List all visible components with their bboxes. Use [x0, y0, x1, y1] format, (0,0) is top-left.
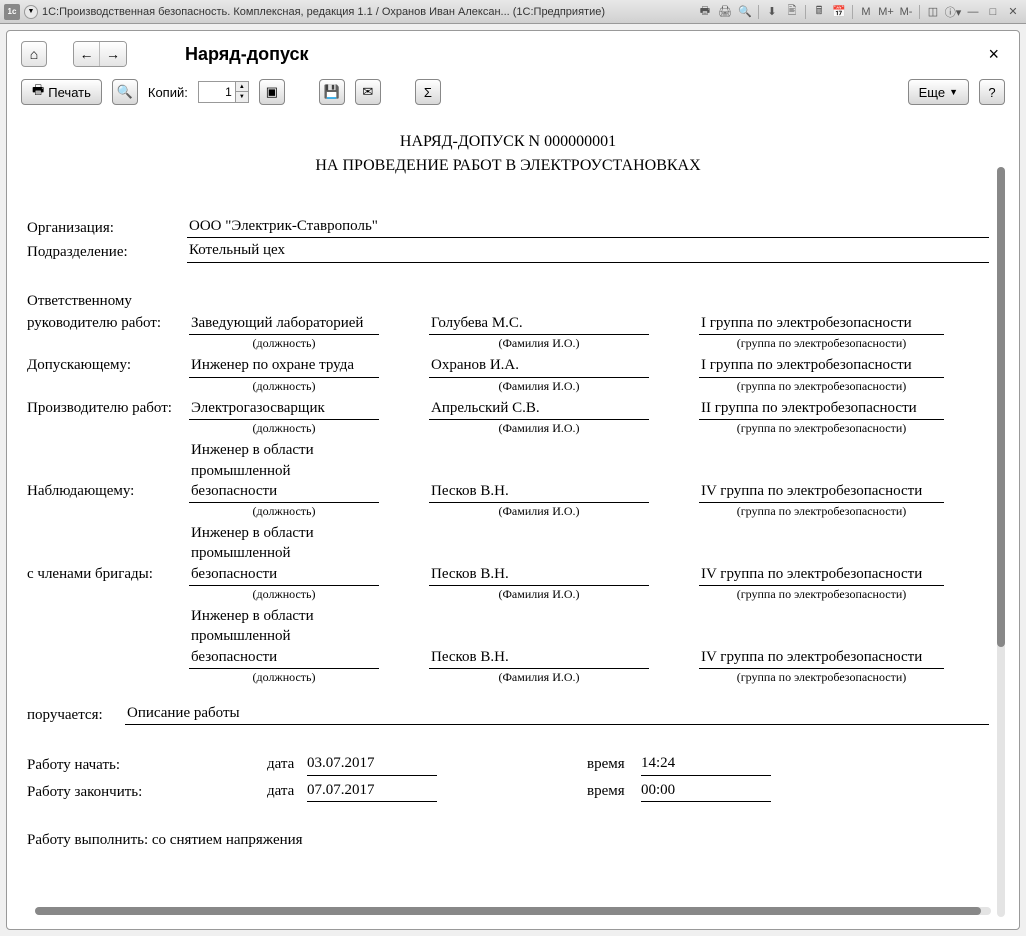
document-body: НАРЯД-ДОПУСК N 000000001 НА ПРОВЕДЕНИЕ Р…: [7, 115, 1019, 860]
window-title: 1С:Производственная безопасность. Компле…: [42, 6, 605, 18]
scrollbar-thumb[interactable]: [997, 167, 1005, 647]
role-group: IV группа по электробезопасности: [699, 481, 944, 503]
doc-subtitle: НА ПРОВЕДЕНИЕ РАБОТ В ЭЛЕКТРОУСТАНОВКАХ: [27, 155, 989, 177]
mem-m-button[interactable]: M: [857, 4, 875, 20]
finish-time: 00:00: [641, 780, 771, 802]
doc-title: НАРЯД-ДОПУСК N 000000001: [27, 131, 989, 153]
printer-icon: 🖶: [32, 81, 44, 103]
role-label: Допускающему:: [27, 355, 189, 377]
org-label: Организация:: [27, 218, 187, 238]
scrollbar-thumb[interactable]: [35, 907, 981, 915]
start-label: Работу начать:: [27, 755, 267, 775]
finish-label: Работу закончить:: [27, 782, 267, 802]
app-logo-icon: 1c: [4, 4, 20, 20]
assigned-value: Описание работы: [125, 703, 989, 725]
role-label: Производителю работ:: [27, 398, 189, 420]
role-position: Заведующий лабораторией: [189, 313, 379, 335]
role-group: IV группа по электробезопасности: [699, 647, 944, 669]
close-button[interactable]: ✕: [1004, 4, 1022, 20]
role-fio: Голубева М.С.: [429, 313, 649, 335]
role-fio: Апрельский С.В.: [429, 398, 649, 420]
save-icon[interactable]: ⬇: [763, 4, 781, 20]
nav-back-button[interactable]: ←: [74, 42, 100, 66]
more-button[interactable]: Еще ▼: [908, 79, 969, 105]
copies-up-button[interactable]: ▲: [236, 82, 248, 92]
role-position: Инженер в области промышленной безопасно…: [189, 523, 379, 586]
mem-mplus-button[interactable]: M+: [877, 4, 895, 20]
role-label: с членами бригады:: [27, 564, 189, 586]
start-date: 03.07.2017: [307, 753, 437, 775]
responsible-label: Ответственному: [27, 291, 989, 311]
export-icon[interactable]: 🖹: [783, 4, 801, 20]
vertical-scrollbar[interactable]: [997, 167, 1005, 917]
save-button[interactable]: 💾: [319, 79, 345, 105]
copies-label: Копий:: [148, 85, 188, 100]
role-position: Электрогазосварщик: [189, 398, 379, 420]
help-button[interactable]: ?: [979, 79, 1005, 105]
date-label: дата: [267, 754, 307, 775]
start-time: 14:24: [641, 753, 771, 775]
titlebar: 1c ▼ 1С:Производственная безопасность. К…: [0, 0, 1026, 24]
role-fio: Песков В.Н.: [429, 481, 649, 503]
preview-button[interactable]: 🔍: [112, 79, 138, 105]
role-group: I группа по электробезопасности: [699, 355, 944, 377]
perform-label: Работу выполнить: со снятием напряжения: [27, 830, 989, 850]
time-label: время: [587, 754, 641, 775]
horizontal-scrollbar[interactable]: [35, 907, 991, 915]
home-button[interactable]: ⌂: [21, 41, 47, 67]
minimize-button[interactable]: —: [964, 4, 982, 20]
role-position: Инженер по охране труда: [189, 355, 379, 377]
calendar-icon[interactable]: 📅: [830, 4, 848, 20]
role-fio: Охранов И.А.: [429, 355, 649, 377]
copies-down-button[interactable]: ▼: [236, 92, 248, 102]
app-menu-dropdown[interactable]: ▼: [24, 5, 38, 19]
nav-forward-button[interactable]: →: [100, 42, 126, 66]
sum-button[interactable]: Σ: [415, 79, 441, 105]
calc-icon[interactable]: 🖩: [810, 4, 828, 20]
role-group: II группа по электробезопасности: [699, 398, 944, 420]
print2-icon[interactable]: 🖨: [716, 4, 734, 20]
role-position: Инженер в области промышленной безопасно…: [189, 440, 379, 503]
assigned-label: поручается:: [27, 705, 125, 725]
role-fio: Песков В.Н.: [429, 564, 649, 586]
chevron-down-icon: ▼: [949, 87, 958, 97]
collate-button[interactable]: ▣: [259, 79, 285, 105]
page-title: Наряд-допуск: [185, 44, 309, 65]
info-icon[interactable]: ⓘ▾: [944, 4, 962, 20]
role-position: Инженер в области промышленной безопасно…: [189, 606, 379, 669]
email-button[interactable]: ✉: [355, 79, 381, 105]
copies-input[interactable]: [198, 81, 236, 103]
print-button[interactable]: 🖶 Печать: [21, 79, 102, 105]
panel-icon[interactable]: ◫: [924, 4, 942, 20]
mem-mminus-button[interactable]: M-: [897, 4, 915, 20]
role-group: I группа по электробезопасности: [699, 313, 944, 335]
role-fio: Песков В.Н.: [429, 647, 649, 669]
finish-date: 07.07.2017: [307, 780, 437, 802]
dept-label: Подразделение:: [27, 242, 187, 262]
org-value: ООО "Электрик-Ставрополь": [187, 216, 989, 238]
role-label: Наблюдающему:: [27, 481, 189, 503]
print-icon[interactable]: 🖶: [696, 4, 714, 20]
page-close-button[interactable]: ×: [982, 44, 1005, 65]
preview-icon[interactable]: 🔍: [736, 4, 754, 20]
maximize-button[interactable]: □: [984, 4, 1002, 20]
dept-value: Котельный цех: [187, 240, 989, 262]
role-label: руководителю работ:: [27, 313, 189, 335]
role-group: IV группа по электробезопасности: [699, 564, 944, 586]
time-label: время: [587, 781, 641, 802]
date-label: дата: [267, 781, 307, 802]
